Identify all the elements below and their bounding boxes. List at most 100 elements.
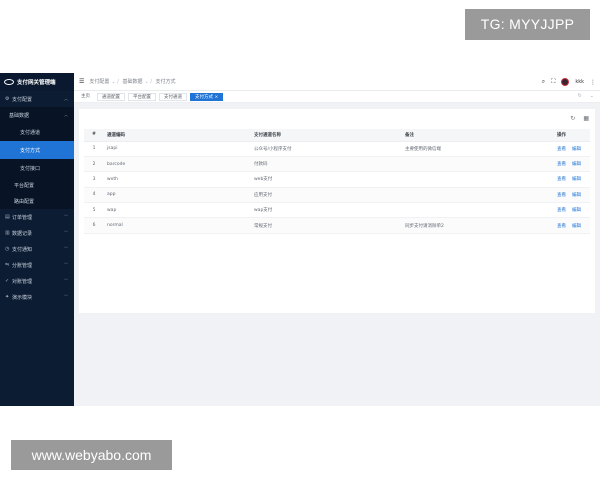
sidebar-item-pay-method[interactable]: 支付方式 <box>0 141 74 159</box>
sidebar-item-label: 分账管理 <box>12 262 33 269</box>
cell-remark <box>402 156 554 173</box>
edit-link[interactable]: 编辑 <box>572 224 581 229</box>
gear-icon: ⚙ <box>5 96 10 102</box>
breadcrumb-item[interactable]: 基础数据 <box>122 79 142 85</box>
view-link[interactable]: 查看 <box>557 147 566 152</box>
avatar[interactable] <box>561 78 570 86</box>
tab-platform-config[interactable]: 平台配置 <box>128 92 156 101</box>
cell-code: wxth <box>104 171 251 188</box>
tab-home[interactable]: 主页 <box>77 92 94 101</box>
chevron-down-icon: ﹀ <box>64 294 68 299</box>
cell-name: web支付 <box>251 171 402 188</box>
fullscreen-icon[interactable]: ⛶ <box>551 78 555 86</box>
column-header: 备注 <box>402 129 554 142</box>
chevron-down-icon: ﹀ <box>64 214 68 219</box>
clock-icon: ◷ <box>5 246 10 252</box>
sidebar-item-notify[interactable]: ◷ 支付通知 ﹀ <box>0 241 74 257</box>
row-index: 3 <box>84 171 104 188</box>
refresh-icon[interactable]: ↻ <box>578 93 582 99</box>
sidebar-item-label: 数据记录 <box>12 230 33 237</box>
column-header: 支付通道名称 <box>251 129 402 142</box>
edit-link[interactable]: 编辑 <box>572 193 581 198</box>
edit-link[interactable]: 编辑 <box>572 208 581 213</box>
sidebar-item-orders[interactable]: ▤ 订单管理 ﹀ <box>0 209 74 225</box>
column-header: # <box>84 129 104 142</box>
pay-method-table: # 通道编码 支付通道名称 备注 操作 1 jsapi 公众号/小程序支付 主要… <box>84 129 590 234</box>
sidebar-item-route-config[interactable]: 路由配置 <box>0 193 74 209</box>
sidebar-item-label: 支付通知 <box>12 246 33 253</box>
sidebar-item-pay-config[interactable]: ⚙ 支付配置 ︿ <box>0 91 74 107</box>
sidebar-item-pay-channel[interactable]: 支付通道 <box>0 123 74 141</box>
sidebar-item-records[interactable]: ▥ 数据记录 ﹀ <box>0 225 74 241</box>
column-header: 操作 <box>554 129 590 142</box>
edit-link[interactable]: 编辑 <box>572 162 581 167</box>
edit-link[interactable]: 编辑 <box>572 177 581 182</box>
cell-remark <box>402 187 554 204</box>
chart-icon: ▥ <box>5 230 10 236</box>
row-index: 4 <box>84 187 104 204</box>
table-tools: ↻ ▦ <box>570 115 589 122</box>
page: TG: MYYJJPP 支付网关管理端 ⚙ 支付配置 ︿ 基础数据 ︿ 支付通道… <box>0 0 600 480</box>
row-index: 5 <box>84 202 104 219</box>
sidebar-subgroup-basic-data[interactable]: 基础数据 ︿ <box>0 107 74 123</box>
sidebar-item-split[interactable]: ⇋ 分账管理 ﹀ <box>0 257 74 273</box>
tab-pay-method[interactable]: 支付方式 × <box>190 92 224 101</box>
document-icon: ▤ <box>5 214 10 220</box>
more-icon[interactable]: ⋮ <box>590 79 596 86</box>
logo-icon <box>4 79 14 85</box>
menu-toggle-icon[interactable]: ☰ <box>79 78 84 85</box>
tab-pay-channel[interactable]: 支付通道 <box>159 92 187 101</box>
view-link[interactable]: 查看 <box>557 193 566 198</box>
row-index: 1 <box>84 141 104 157</box>
cell-actions: 查看 编辑 <box>554 171 590 188</box>
table-row: 3 wxth web支付 查看 编辑 <box>84 171 590 188</box>
chevron-down-icon[interactable]: ⌄ <box>590 93 594 99</box>
cell-actions: 查看 编辑 <box>554 202 590 219</box>
sidebar-item-platform-config[interactable]: 平台配置 <box>0 177 74 193</box>
tabs-bar: 主页 通道配置 平台配置 支付通道 支付方式 × ↻ ⌄ <box>74 91 600 103</box>
cell-code: normal <box>104 217 251 234</box>
sidebar-item-label: 支付接口 <box>20 165 41 172</box>
view-link[interactable]: 查看 <box>557 208 566 213</box>
cell-name: 常规支付 <box>251 217 402 234</box>
edit-link[interactable]: 编辑 <box>572 147 581 152</box>
breadcrumb-item[interactable]: 支付配置 <box>89 79 109 85</box>
username[interactable]: kkk <box>575 79 584 85</box>
chevron-down-icon: ⌄ / <box>111 79 119 85</box>
tab-channel-config[interactable]: 通道配置 <box>97 92 125 101</box>
chevron-up-icon: ︿ <box>64 96 68 101</box>
refresh-icon[interactable]: ↻ <box>570 115 575 122</box>
search-icon[interactable]: ⌕ <box>542 78 545 86</box>
close-icon[interactable]: × <box>214 95 218 100</box>
sidebar: 支付网关管理端 ⚙ 支付配置 ︿ 基础数据 ︿ 支付通道 支付方式 支付接口 平… <box>0 73 74 406</box>
sidebar-item-label: 演示模块 <box>12 294 33 301</box>
view-link[interactable]: 查看 <box>557 224 566 229</box>
cell-name: 付款码 <box>251 156 402 173</box>
cell-name: 应用支付 <box>251 187 402 204</box>
topbar-tools: ⌕ ⛶ kkk ⋮ <box>542 73 596 91</box>
cell-code: jsapi <box>104 141 251 157</box>
view-link[interactable]: 查看 <box>557 177 566 182</box>
cell-name: wap支付 <box>251 202 402 219</box>
sidebar-item-label: 支付通道 <box>20 129 41 136</box>
table-header-row: # 通道编码 支付通道名称 备注 操作 <box>84 129 590 142</box>
cell-remark <box>402 202 554 219</box>
cell-actions: 查看 编辑 <box>554 156 590 173</box>
chevron-down-icon: ⌄ / <box>144 79 152 85</box>
table-row: 6 normal 常规支付 同步支付请消除单2 查看 编辑 <box>84 217 590 234</box>
table-row: 2 barcode 付款码 查看 编辑 <box>84 156 590 173</box>
chevron-down-icon: ﹀ <box>64 262 68 267</box>
table-card: ↻ ▦ # 通道编码 支付通道名称 备注 操作 1 jsapi 公众号/小程序支… <box>79 109 595 313</box>
cell-code: wap <box>104 202 251 219</box>
sidebar-item-demo[interactable]: ✦ 演示模块 ﹀ <box>0 289 74 305</box>
sidebar-item-label: 路由配置 <box>14 198 35 205</box>
row-index: 6 <box>84 217 104 234</box>
columns-icon[interactable]: ▦ <box>583 115 589 122</box>
app-logo: 支付网关管理端 <box>0 73 74 91</box>
view-link[interactable]: 查看 <box>557 162 566 167</box>
sidebar-item-reconcile[interactable]: ✓ 对账管理 ﹀ <box>0 273 74 289</box>
table-row: 4 app 应用支付 查看 编辑 <box>84 187 590 204</box>
breadcrumb: 支付配置 ⌄ / 基础数据 ⌄ / 支付方式 <box>89 78 175 85</box>
sidebar-item-pay-interface[interactable]: 支付接口 <box>0 159 74 177</box>
sidebar-item-label: 平台配置 <box>14 182 35 189</box>
